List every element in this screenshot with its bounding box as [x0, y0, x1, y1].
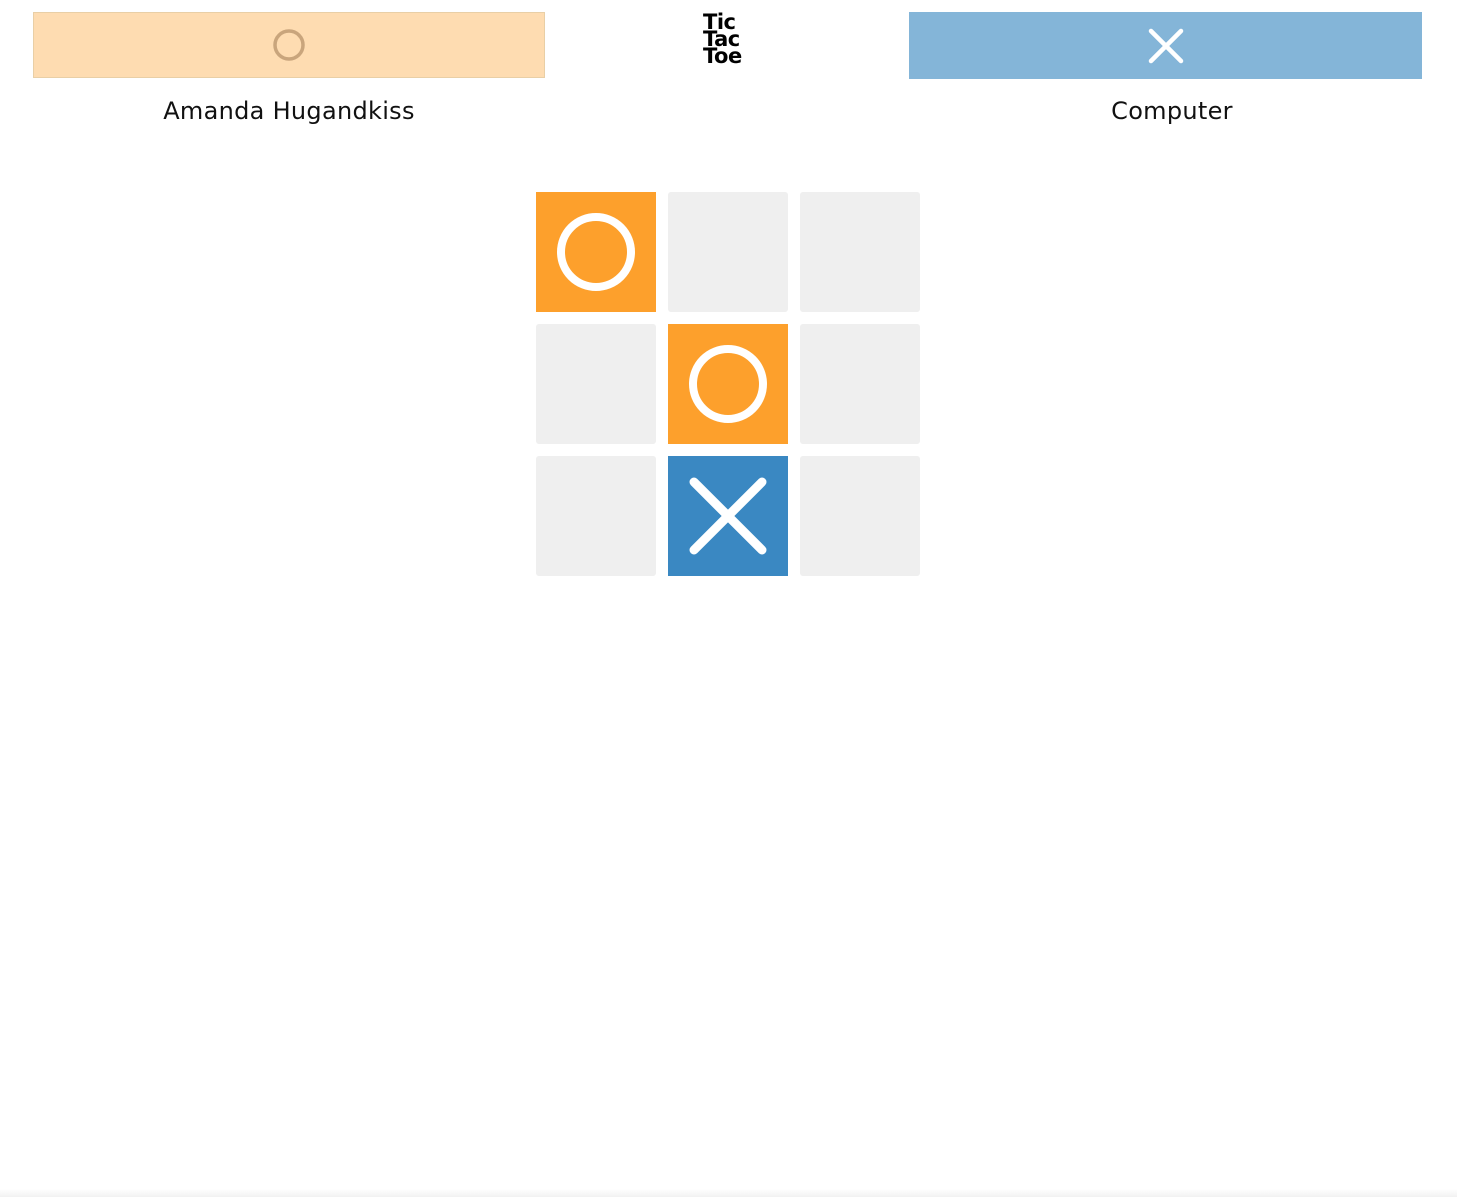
board-cell-7[interactable] [536, 456, 656, 576]
board-cell-4[interactable] [536, 324, 656, 444]
o-mark-icon [689, 345, 767, 423]
x-icon [1148, 28, 1183, 63]
player-o-name: Amanda Hugandkiss [163, 97, 415, 125]
player-x-bar [909, 12, 1422, 79]
board-cell-5[interactable] [668, 324, 788, 444]
board-cell-9[interactable] [800, 456, 920, 576]
player-o-bar [33, 12, 545, 78]
game-page: Amanda Hugandkiss Tic Tac Toe Computer [0, 0, 1457, 1197]
board-cell-8[interactable] [668, 456, 788, 576]
bottom-shadow [0, 1189, 1457, 1197]
board-cell-2[interactable] [668, 192, 788, 312]
x-mark-icon [689, 477, 767, 555]
board-cell-6[interactable] [800, 324, 920, 444]
tic-tac-toe-logo: Tic Tac Toe [703, 10, 742, 68]
player-x-name: Computer [1111, 97, 1233, 125]
board-cell-3[interactable] [800, 192, 920, 312]
o-mark-icon [557, 213, 635, 291]
board-cell-1[interactable] [536, 192, 656, 312]
game-board [536, 192, 920, 576]
o-icon [273, 29, 305, 61]
